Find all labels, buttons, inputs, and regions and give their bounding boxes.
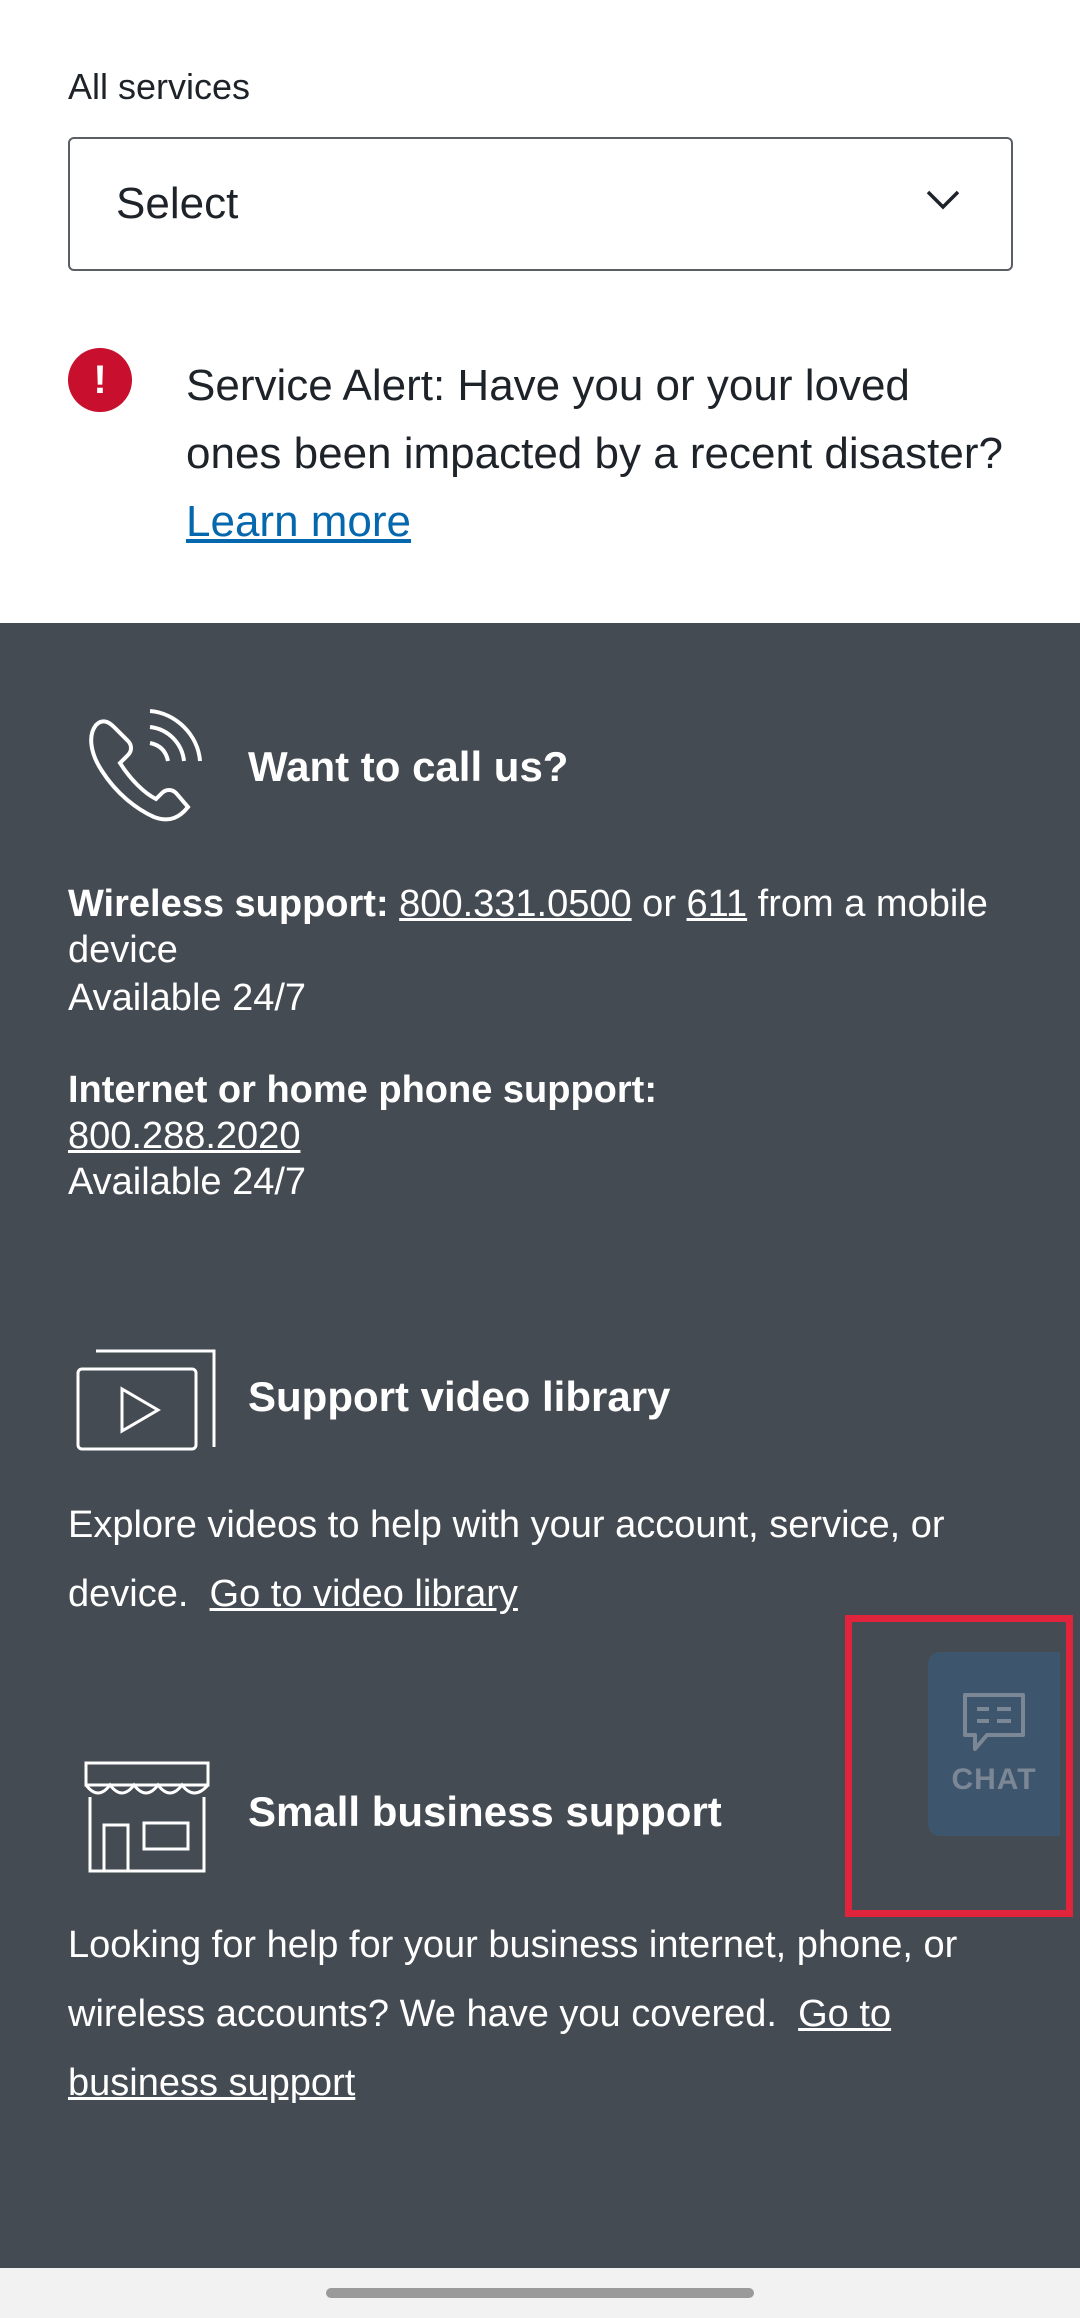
learn-more-link[interactable]: Learn more xyxy=(186,497,411,546)
services-filter-label: All services xyxy=(68,66,251,107)
internet-availability: Available 24/7 xyxy=(68,1161,307,1203)
call-title: Want to call us? xyxy=(248,743,569,790)
video-play-icon xyxy=(76,1349,216,1451)
phone-icon xyxy=(89,709,202,822)
or-text: or xyxy=(631,883,687,925)
chat-bubble-icon xyxy=(963,1693,1025,1751)
chat-button[interactable]: CHAT xyxy=(928,1652,1060,1836)
business-title: Small business support xyxy=(248,1788,722,1835)
video-title: Support video library xyxy=(248,1373,671,1420)
alert-text: Service Alert: Have you or your loved on… xyxy=(186,361,1003,478)
select-value: Select xyxy=(116,179,239,228)
services-select[interactable]: Select xyxy=(68,137,1013,271)
wireless-label: Wireless support: xyxy=(68,883,389,925)
video-library-link[interactable]: Go to video library xyxy=(210,1573,518,1615)
alert-icon: ! xyxy=(68,348,132,412)
storefront-icon xyxy=(84,1761,210,1873)
internet-label: Internet or home phone support: xyxy=(68,1069,657,1111)
wireless-phone-link[interactable]: 800.331.0500 xyxy=(399,883,631,925)
home-gesture-bar[interactable] xyxy=(326,2288,754,2298)
support-section: Want to call us? Wireless support: 800.3… xyxy=(0,623,1080,2268)
chat-label: CHAT xyxy=(951,1763,1037,1796)
wireless-availability: Available 24/7 xyxy=(68,977,307,1019)
system-nav-bar xyxy=(0,2268,1080,2318)
top-section: All services Select ! Service Alert: Hav… xyxy=(0,0,1080,623)
short-number-link[interactable]: 611 xyxy=(687,883,748,925)
chevron-down-icon xyxy=(926,190,960,210)
wireless-support: Wireless support: 800.331.0500 or 611 fr… xyxy=(68,881,1028,973)
internet-phone-link[interactable]: 800.288.2020 xyxy=(68,1115,300,1157)
